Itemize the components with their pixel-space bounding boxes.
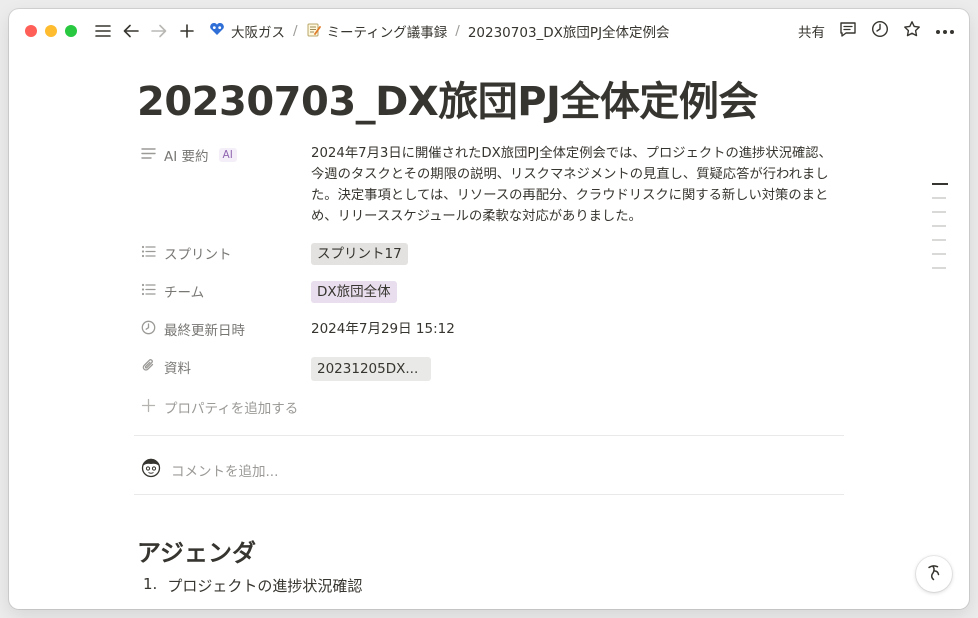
team-tag[interactable]: DX旅団全体 [311, 281, 397, 303]
property-value: DX旅団全体 [311, 281, 397, 303]
sprint-tag[interactable]: スプリント17 [311, 243, 408, 265]
star-icon[interactable] [903, 20, 921, 42]
add-property-label: プロパティを追加する [164, 401, 299, 417]
comment-icon[interactable] [839, 21, 857, 42]
ai-summary-value[interactable]: 2024年7月3日に開催されたDX旅団PJ全体定例会では、プロジェクトの進捗状況… [311, 143, 841, 227]
toc-line[interactable] [932, 197, 946, 199]
more-icon[interactable] [935, 23, 955, 39]
breadcrumb-separator: / [455, 23, 460, 39]
materials-label: 資料 [164, 361, 191, 377]
add-property-button[interactable]: プロパティを追加する [141, 397, 298, 417]
back-arrow-icon[interactable] [119, 19, 143, 43]
toc-line[interactable] [932, 267, 946, 269]
attached-file[interactable]: 20231205DX... [311, 357, 431, 381]
breadcrumb-current[interactable]: 20230703_DX旅団PJ全体定例会 [468, 21, 670, 41]
top-bar: 大阪ガス / ミーティング議事録 / 20230703_DX旅団PJ全体定例会 … [9, 9, 969, 53]
toc-line[interactable] [932, 225, 946, 227]
divider [134, 494, 844, 495]
property-label: 資料 [141, 357, 311, 377]
comment-input[interactable]: コメントを追加... [141, 457, 278, 483]
breadcrumb-current-label: 20230703_DX旅団PJ全体定例会 [467, 25, 670, 41]
list-icon [141, 245, 156, 262]
team-label: チーム [164, 285, 205, 301]
forward-arrow-icon[interactable] [147, 19, 171, 43]
text-lines-icon [141, 147, 156, 164]
last-updated-value: 2024年7月29日 15:12 [311, 321, 455, 337]
breadcrumb-workspace-label: 大阪ガス [231, 25, 285, 41]
property-label: AI 要約 AI [141, 145, 311, 165]
list-icon [141, 283, 156, 300]
property-label: 最終更新日時 [141, 319, 311, 339]
property-label: チーム [141, 281, 311, 301]
zoom-window-button[interactable] [65, 25, 77, 37]
property-value: スプリント17 [311, 243, 408, 265]
last-updated-label: 最終更新日時 [164, 323, 245, 339]
share-button[interactable]: 共有 [798, 21, 825, 41]
minimize-window-button[interactable] [45, 25, 57, 37]
breadcrumb-separator: / [293, 23, 298, 39]
paperclip-icon [141, 358, 156, 377]
list-item[interactable]: 1. プロジェクトの進捗状況確認 [143, 575, 362, 596]
workspace-logo-icon [209, 22, 225, 40]
avatar [141, 457, 161, 483]
page-title[interactable]: 20230703_DX旅団PJ全体定例会 [137, 69, 837, 127]
comment-placeholder: コメントを追加... [171, 464, 279, 480]
property-last-updated[interactable]: 最終更新日時 2024年7月29日 15:12 [141, 319, 455, 340]
list-item-text: プロジェクトの進捗状況確認 [167, 577, 363, 595]
clock-icon [141, 320, 156, 339]
table-of-contents[interactable] [932, 183, 948, 281]
top-right-tools: 共有 [798, 9, 955, 53]
breadcrumb-parent-label: ミーティング議事録 [326, 25, 448, 41]
plus-icon[interactable] [175, 19, 199, 43]
property-sprint[interactable]: スプリント スプリント17 [141, 243, 408, 265]
toc-line[interactable] [932, 183, 948, 185]
list-number: 1. [143, 575, 158, 593]
help-button[interactable] [916, 556, 952, 592]
toc-line[interactable] [932, 253, 946, 255]
divider [134, 435, 844, 436]
toc-line[interactable] [932, 239, 946, 241]
window-controls [25, 25, 77, 37]
breadcrumb-parent[interactable]: ミーティング議事録 [306, 21, 448, 41]
plus-icon [141, 398, 156, 417]
property-materials[interactable]: 資料 20231205DX... [141, 357, 431, 381]
property-value: 20231205DX... [311, 357, 431, 381]
agenda-heading[interactable]: アジェンダ [137, 533, 256, 568]
property-ai-summary[interactable]: AI 要約 AI [141, 145, 311, 165]
help-icon [924, 562, 944, 586]
breadcrumb-workspace[interactable]: 大阪ガス [209, 21, 285, 41]
ai-badge: AI [218, 148, 237, 162]
ai-summary-label: AI 要約 [164, 149, 209, 165]
menu-icon[interactable] [91, 19, 115, 43]
clock-icon[interactable] [871, 20, 889, 42]
close-window-button[interactable] [25, 25, 37, 37]
property-label: スプリント [141, 243, 311, 263]
sprint-label: スプリント [164, 247, 232, 263]
property-team[interactable]: チーム DX旅団全体 [141, 281, 397, 303]
toc-line[interactable] [932, 211, 946, 213]
app-window: 大阪ガス / ミーティング議事録 / 20230703_DX旅団PJ全体定例会 … [9, 9, 969, 609]
memo-icon [306, 22, 321, 41]
breadcrumb: 大阪ガス / ミーティング議事録 / 20230703_DX旅団PJ全体定例会 [209, 21, 670, 41]
